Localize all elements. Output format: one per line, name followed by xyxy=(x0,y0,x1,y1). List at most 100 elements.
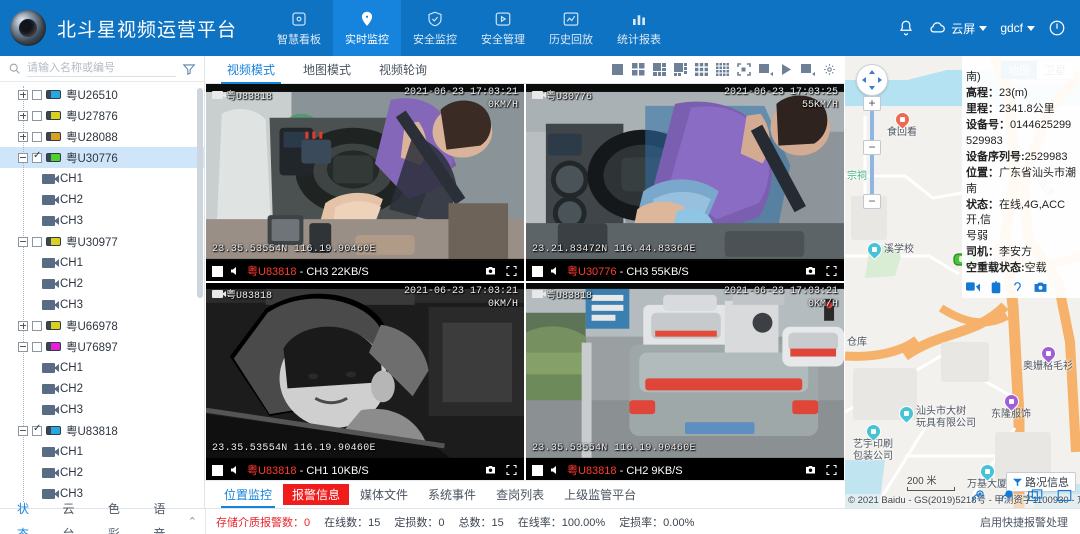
tree-checkbox[interactable] xyxy=(32,150,42,163)
map-pan-control[interactable] xyxy=(856,64,888,96)
quick-alarm-toggle[interactable]: 启用快捷报警处理 xyxy=(980,514,1080,530)
track-info-icon[interactable] xyxy=(999,489,1014,504)
expand-icon[interactable] xyxy=(18,110,28,121)
stop-button[interactable] xyxy=(212,464,223,476)
collapse-icon[interactable] xyxy=(18,425,28,436)
nav-item-0[interactable]: 智慧看板 xyxy=(265,0,333,56)
collapse-icon[interactable] xyxy=(18,236,28,247)
expand-icon[interactable] xyxy=(18,320,28,331)
tree-checkbox[interactable] xyxy=(32,341,42,352)
video-panel[interactable]: 粤U83818 2021-06-23 17:03:21 0KM/H 23.35.… xyxy=(206,283,524,480)
cloud-screen-menu[interactable]: 云屏 xyxy=(928,20,988,37)
view-tab-2[interactable]: 视频轮询 xyxy=(365,56,441,84)
video-panel[interactable]: 粤U83818 2021-06-23 17:03:21 0KM/H 23.35.… xyxy=(526,283,844,480)
volume-icon[interactable] xyxy=(549,464,561,476)
layout-6-icon[interactable] xyxy=(653,63,666,76)
view-tab-1[interactable]: 地图模式 xyxy=(289,56,365,84)
intercom-icon[interactable] xyxy=(991,281,1001,294)
nav-item-1[interactable]: 实时监控 xyxy=(333,0,402,56)
layout-9-icon[interactable] xyxy=(695,63,708,76)
expand-icon[interactable] xyxy=(18,89,28,100)
snapshot-icon[interactable] xyxy=(1034,281,1047,293)
snapshot-icon[interactable] xyxy=(804,464,817,476)
snapshot-icon[interactable] xyxy=(804,265,817,277)
status-tab-1[interactable]: 云台 xyxy=(51,497,96,534)
logout-button[interactable] xyxy=(1048,19,1066,37)
play-icon[interactable] xyxy=(781,63,793,76)
nav-item-2[interactable]: 安全监控 xyxy=(401,0,469,56)
map-zoom-slider[interactable]: + − − xyxy=(863,96,881,209)
tree-device-node[interactable]: 粤U76897 xyxy=(0,336,204,357)
tree-checkbox[interactable] xyxy=(32,423,42,436)
tree-checkbox[interactable] xyxy=(32,236,42,247)
tree-channel-node[interactable]: CH2 xyxy=(0,378,204,399)
fullscreen-icon[interactable] xyxy=(505,265,518,277)
tree-channel-node[interactable]: CH1 xyxy=(0,168,204,189)
map-poi[interactable]: 奥姗格毛衫 xyxy=(1023,342,1073,373)
tree-channel-node[interactable]: CH1 xyxy=(0,441,204,462)
window-stack-icon[interactable] xyxy=(1028,489,1043,502)
tree-channel-node[interactable]: CH2 xyxy=(0,189,204,210)
map-poi[interactable]: 宗祠 xyxy=(847,168,867,183)
nav-item-3[interactable]: 安全管理 xyxy=(469,0,537,56)
status-tab-2[interactable]: 色彩 xyxy=(97,497,142,534)
data-tab-0[interactable]: 位置监控 xyxy=(215,484,281,508)
listen-icon[interactable] xyxy=(1012,281,1023,294)
nav-item-5[interactable]: 统计报表 xyxy=(605,0,673,56)
volume-icon[interactable] xyxy=(549,265,561,277)
zoom-in-button[interactable]: + xyxy=(863,96,881,111)
data-tab-3[interactable]: 系统事件 xyxy=(419,484,485,505)
search-input[interactable] xyxy=(27,60,176,77)
stop-button[interactable] xyxy=(212,265,223,277)
tree-channel-node[interactable]: CH2 xyxy=(0,462,204,483)
tree-checkbox[interactable] xyxy=(32,89,42,100)
video-panel[interactable]: 粤U30776 2021-06-23 17:03:25 55KM/H 23.21… xyxy=(526,84,844,281)
volume-icon[interactable] xyxy=(229,265,241,277)
data-tab-2[interactable]: 媒体文件 xyxy=(351,484,417,505)
snapshot-icon[interactable] xyxy=(484,464,497,476)
tree-channel-node[interactable]: CH3 xyxy=(0,294,204,315)
video-call-icon[interactable] xyxy=(966,281,980,292)
data-tab-1[interactable]: 报警信息 xyxy=(283,484,350,505)
snapshot-icon[interactable] xyxy=(484,265,497,277)
snapshot-icon[interactable] xyxy=(759,63,773,76)
user-menu[interactable]: gdcf xyxy=(1000,21,1035,35)
collapse-icon[interactable] xyxy=(18,152,28,163)
tree-channel-node[interactable]: CH2 xyxy=(0,273,204,294)
layout-16-icon[interactable] xyxy=(716,63,729,76)
expand-icon[interactable] xyxy=(18,131,28,142)
map-panel[interactable]: 地图 卫星 + − − 宗祠 食回看 溪学校 xyxy=(845,56,1080,508)
status-tab-0[interactable]: 状态 xyxy=(6,497,51,534)
tree-device-node[interactable]: 粤U30776 xyxy=(0,147,204,168)
status-tab-3[interactable]: 语音 xyxy=(142,497,187,534)
track-replay-icon[interactable] xyxy=(970,489,985,504)
record-icon[interactable] xyxy=(801,63,815,76)
fullscreen-icon[interactable] xyxy=(737,63,751,76)
stop-button[interactable] xyxy=(532,464,543,476)
sidebar-scrollbar[interactable] xyxy=(197,88,203,298)
layout-1-icon[interactable] xyxy=(611,63,624,76)
tree-device-node[interactable]: 粤U27876 xyxy=(0,105,204,126)
settings-gear-icon[interactable] xyxy=(823,63,836,76)
collapse-icon[interactable] xyxy=(18,341,28,352)
fullscreen-icon[interactable] xyxy=(825,464,838,476)
map-poi[interactable]: 食回看 xyxy=(887,108,917,139)
tree-device-node[interactable]: 粤U26510 xyxy=(0,84,204,105)
map-poi[interactable]: 溪学校 xyxy=(863,238,914,261)
zoom-out-button[interactable]: − xyxy=(863,194,881,209)
fullscreen-icon[interactable] xyxy=(825,265,838,277)
stop-button[interactable] xyxy=(532,265,543,277)
tree-channel-node[interactable]: CH3 xyxy=(0,210,204,231)
view-tab-0[interactable]: 视频模式 xyxy=(213,56,289,84)
data-tab-4[interactable]: 查岗列表 xyxy=(487,484,553,505)
volume-icon[interactable] xyxy=(229,464,241,476)
window-single-icon[interactable] xyxy=(1057,489,1072,502)
map-poi[interactable]: 汕头市大树 玩具有限公司 xyxy=(895,402,976,429)
zoom-handle[interactable]: − xyxy=(863,140,881,155)
map-poi[interactable]: 艺宇印刷 包装公司 xyxy=(853,420,893,462)
map-poi[interactable]: 万基大厦 xyxy=(967,460,1007,491)
tree-channel-node[interactable]: CH1 xyxy=(0,357,204,378)
tree-device-node[interactable]: 粤U66978 xyxy=(0,315,204,336)
tree-checkbox[interactable] xyxy=(32,110,42,121)
data-tab-5[interactable]: 上级监管平台 xyxy=(555,484,645,505)
